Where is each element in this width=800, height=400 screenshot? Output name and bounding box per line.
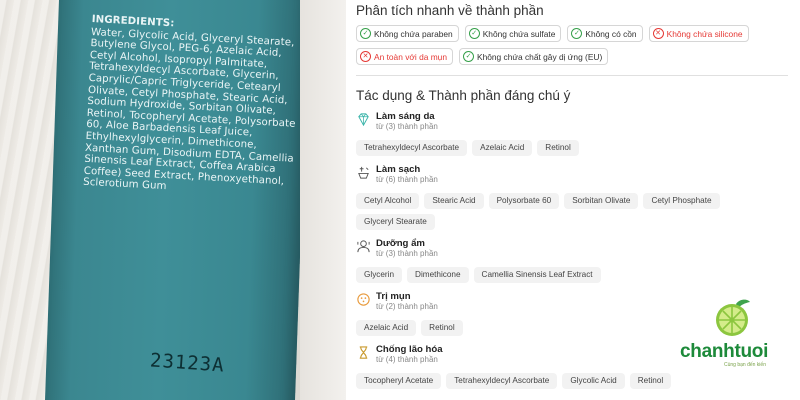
ingredients-text: Water, Glycolic Acid, Glyceryl Stearate,…: [82, 26, 296, 193]
brand-name-part2: oi: [751, 341, 769, 362]
effect-name: Làm sạch: [376, 164, 421, 175]
cross-icon: ✕: [360, 51, 371, 62]
effect-name: Chống lão hóa: [376, 344, 443, 355]
diamond-icon: [358, 113, 369, 127]
ingredient-chips: Tetrahexyldecyl Ascorbate Azelaic Acid R…: [356, 140, 786, 156]
effect-group-cleansing: Làm sạch từ (6) thành phần Cetyl Alcohol…: [356, 164, 796, 230]
effect-count: từ (3) thành phần: [376, 122, 438, 131]
ingredient-chip[interactable]: Glycolic Acid: [562, 373, 625, 389]
check-icon: ✓: [571, 28, 583, 39]
ingredient-chip[interactable]: Glycerin: [356, 267, 403, 283]
effect-name: Làm sáng da: [376, 111, 435, 122]
ingredient-chip[interactable]: Tetrahexyldecyl Ascorbate: [356, 140, 468, 156]
ingredient-chip[interactable]: Cetyl Phosphate: [643, 193, 720, 209]
photo-background: [300, 0, 346, 400]
ingredient-chip[interactable]: Glyceryl Stearate: [356, 214, 435, 230]
ingredient-chips: Glycerin Dimethicone Camellia Sinensis L…: [356, 267, 786, 283]
effect-count: từ (3) thành phần: [376, 249, 438, 258]
effect-count: từ (2) thành phần: [376, 302, 438, 311]
badge-no-silicone: ✕ Không chứa silicone: [648, 25, 749, 42]
badge-label: Không chứa sulfate: [482, 28, 556, 39]
hourglass-icon: [359, 346, 368, 359]
lime-icon: [716, 299, 750, 336]
brand-name: chanhtuoi: [680, 341, 768, 363]
check-icon: ✓: [463, 51, 474, 62]
check-icon: ✓: [360, 28, 371, 39]
badge-no-alcohol: ✓ Không có cồn: [567, 25, 643, 42]
cross-icon: ✕: [652, 28, 664, 39]
ingredient-chip[interactable]: Retinol: [421, 320, 463, 336]
effects-title: Tác dụng & Thành phần đáng chú ý: [356, 88, 571, 103]
ingredient-chips: Cetyl Alcohol Stearic Acid Polysorbate 6…: [356, 193, 786, 230]
brand-name-part1: chanhtu: [680, 341, 752, 362]
ingredient-chip[interactable]: Sorbitan Olivate: [564, 193, 639, 209]
quick-analysis-badges: ✓ Không chứa paraben ✓ Không chứa sulfat…: [356, 25, 786, 65]
cleanse-icon: [358, 166, 369, 179]
badge-label: Không chứa paraben: [374, 28, 453, 39]
effect-count: từ (4) thành phần: [376, 355, 438, 364]
ingredients-label: INGREDIENTS: Water, Glycolic Acid, Glyce…: [83, 14, 302, 200]
badge-label: Không chứa silicone: [666, 28, 743, 39]
effect-name: Trị mụn: [376, 291, 411, 302]
effect-group-brightening: Làm sáng da từ (3) thành phần Tetrahexyl…: [356, 111, 796, 156]
ingredient-chip[interactable]: Retinol: [629, 373, 672, 389]
ingredient-chip[interactable]: Tetrahexyldecyl Ascorbate: [446, 373, 558, 389]
product-photo: INGREDIENTS: Water, Glycolic Acid, Glyce…: [0, 0, 346, 400]
badge-acne-safe: ✕ An toàn với da mụn: [356, 48, 453, 65]
badge-no-allergen: ✓ Không chứa chất gây dị ứng (EU): [459, 48, 609, 65]
moisture-icon: [357, 240, 370, 253]
check-icon: ✓: [468, 28, 480, 39]
ingredient-chip[interactable]: Stearic Acid: [424, 193, 484, 209]
ingredient-chip[interactable]: Azelaic Acid: [356, 320, 417, 336]
section-divider: [356, 75, 788, 76]
ingredient-chip[interactable]: Retinol: [537, 140, 579, 156]
brand-slogan: Cùng bạn đến kiến: [724, 362, 766, 368]
ingredient-chip[interactable]: Camellia Sinensis Leaf Extract: [473, 267, 601, 283]
badge-label: Không chứa chất gây dị ứng (EU): [477, 51, 603, 62]
ingredient-chip[interactable]: Cetyl Alcohol: [356, 193, 420, 209]
effect-group-moisturizing: Dưỡng ẩm từ (3) thành phần Glycerin Dime…: [356, 238, 796, 283]
effect-name: Dưỡng ẩm: [376, 238, 425, 249]
badge-no-paraben: ✓ Không chứa paraben: [356, 25, 459, 42]
acne-icon: [357, 293, 370, 306]
badge-label: An toàn với da mụn: [374, 51, 447, 62]
effect-count: từ (6) thành phần: [376, 175, 438, 184]
badge-label: Không có cồn: [585, 28, 637, 39]
ingredient-chip[interactable]: Dimethicone: [407, 267, 469, 283]
brand-logo: chanhtuoi Cùng bạn đến kiến: [672, 286, 792, 376]
badge-no-sulfate: ✓ Không chứa sulfate: [464, 25, 562, 42]
ingredient-chip[interactable]: Tocopheryl Acetate: [356, 373, 442, 389]
ingredient-chip[interactable]: Polysorbate 60: [488, 193, 560, 209]
ingredient-chip[interactable]: Azelaic Acid: [472, 140, 533, 156]
quick-analysis-title: Phân tích nhanh về thành phần: [356, 3, 544, 18]
